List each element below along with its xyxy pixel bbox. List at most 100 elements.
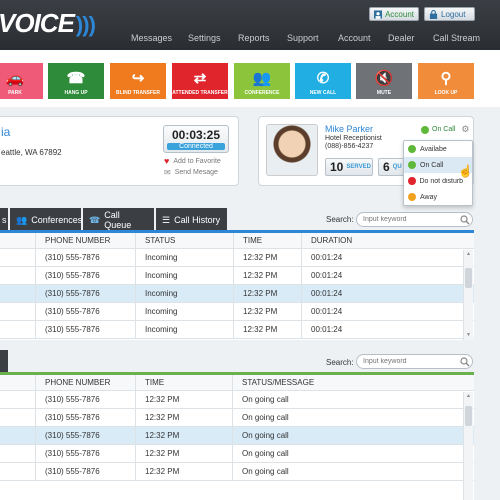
add-favorite-label: Add to Favorite xyxy=(173,157,221,165)
agent-name: Mike Parker xyxy=(325,124,374,134)
served-label: SERVED xyxy=(346,164,371,170)
scroll-down-icon[interactable]: ▼ xyxy=(465,332,472,339)
cell-phone: (310) 555-7876 xyxy=(36,427,136,444)
cell-phone: (310) 555-7876 xyxy=(36,409,136,426)
logout-button[interactable]: Logout xyxy=(424,7,475,21)
search-label: Search: xyxy=(326,215,354,224)
table-row[interactable]: (310) 555-7876 Incoming 12:32 PM 00:01:2… xyxy=(0,321,474,339)
scroll-up-icon[interactable]: ▲ xyxy=(465,251,472,258)
app-logo[interactable]: VOICE))) xyxy=(0,8,96,39)
active-calls-table: PHONE NUMBER TIME STATUS/MESSAGE (310) 5… xyxy=(0,372,474,500)
table-row[interactable]: (310) 555-7876 12:32 PM On going call xyxy=(0,463,474,481)
table1-scrollbar[interactable]: ▲ ▼ xyxy=(463,250,473,340)
tab-partial-label: s xyxy=(2,215,7,225)
agent-avatar xyxy=(266,124,318,176)
cell-duration: 00:01:24 xyxy=(311,271,343,280)
cell-duration: 00:01:24 xyxy=(311,307,343,316)
park-label: PARK xyxy=(8,90,22,96)
account-button[interactable]: Account xyxy=(369,7,419,21)
cell-phone: (310) 555-7876 xyxy=(36,249,136,266)
table-row-selected[interactable]: (310) 555-7876 12:32 PM On going call xyxy=(0,427,474,445)
on-call-icon xyxy=(408,161,416,169)
cell-time: 12:32 PM xyxy=(136,463,233,480)
status-option-label: Away xyxy=(420,193,437,201)
call-status-badge: Connected xyxy=(167,143,225,150)
table-row[interactable]: (310) 555-7876 Incoming 12:32 PM 00:01:2… xyxy=(0,267,474,285)
scroll-up-icon[interactable]: ▲ xyxy=(465,393,472,400)
status-option-away[interactable]: Away xyxy=(404,189,472,205)
new-call-label: NEW CALL xyxy=(309,90,337,96)
nav-dealer[interactable]: Dealer xyxy=(388,33,415,43)
table-row[interactable]: (310) 555-7876 Incoming 12:32 PM 00:01:2… xyxy=(0,303,474,321)
call-history-table: PHONE NUMBER STATUS TIME DURATION (310) … xyxy=(0,230,474,340)
tab-call-history[interactable]: ☰ Call History xyxy=(156,208,227,232)
table-row[interactable]: (310) 555-7876 12:32 PM On going call xyxy=(0,409,474,427)
send-message-link[interactable]: ✉ Send Mesage xyxy=(164,168,218,177)
call-history-icon: ☰ xyxy=(162,214,171,225)
table-header: PHONE NUMBER TIME STATUS/MESSAGE xyxy=(0,375,474,391)
tab-call-queue-label: Call Queue xyxy=(104,210,132,230)
agent-title: Hotel Receptionist xyxy=(325,135,382,142)
nav-messages[interactable]: Messages xyxy=(131,33,172,43)
cell-phone: (310) 555-7876 xyxy=(36,391,136,408)
col-status-message[interactable]: STATUS/MESSAGE xyxy=(233,375,464,390)
cell-time: 12:32 PM xyxy=(234,321,302,338)
agent-status-label: On Call xyxy=(432,126,456,133)
tab-partial-2[interactable] xyxy=(0,350,8,372)
add-favorite-link[interactable]: ♥ Add to Favorite xyxy=(164,156,221,166)
attended-transfer-button[interactable]: ⇄ ATTENDED TRANSFER xyxy=(172,63,228,99)
conference-label: CONFERENCE xyxy=(244,90,280,96)
scroll-thumb[interactable] xyxy=(465,268,472,288)
col-phone-number[interactable]: PHONE NUMBER xyxy=(36,375,136,390)
table-row[interactable]: (310) 555-7876 12:32 PM On going call xyxy=(0,391,474,409)
hang-up-icon: ☎ xyxy=(66,70,86,87)
send-message-label: Send Mesage xyxy=(174,169,218,176)
nav-account[interactable]: Account xyxy=(338,33,371,43)
agent-status-toggle[interactable]: On Call ⚙ xyxy=(421,124,469,135)
new-call-button[interactable]: ✆ NEW CALL xyxy=(295,63,351,99)
caller-location: eattle, WA 67892 xyxy=(1,148,62,157)
tab-partial[interactable]: s xyxy=(0,208,8,232)
table2-scrollbar[interactable]: ▲ xyxy=(463,392,473,500)
nav-support[interactable]: Support xyxy=(287,33,319,43)
table-row[interactable]: (310) 555-7876 Incoming 12:32 PM 00:01:2… xyxy=(0,249,474,267)
col-phone-number[interactable]: PHONE NUMBER xyxy=(36,233,136,248)
conference-button[interactable]: 👥 CONFERENCE xyxy=(234,63,290,99)
status-option-available[interactable]: Availabe xyxy=(404,141,472,157)
search-label-2: Search: xyxy=(326,358,354,367)
cell-phone: (310) 555-7876 xyxy=(36,303,136,320)
table-row[interactable]: (310) 555-7876 12:32 PM On going call xyxy=(0,445,474,463)
search-input[interactable] xyxy=(356,212,473,227)
search-input-2[interactable] xyxy=(356,354,473,369)
mute-button[interactable]: 🔇 MUTE xyxy=(356,63,412,99)
tab-call-queue[interactable]: ☎ Call Queue xyxy=(83,208,154,232)
gear-icon[interactable]: ⚙ xyxy=(461,124,469,135)
nav-call-stream[interactable]: Call Stream xyxy=(433,33,480,43)
car-icon: 🚗 xyxy=(5,70,25,87)
search-icon[interactable] xyxy=(460,357,470,367)
served-count: 10 xyxy=(330,160,344,174)
queue-count: 6 xyxy=(383,160,390,174)
hang-up-button[interactable]: ☎ HANG UP xyxy=(48,63,104,99)
search-icon[interactable] xyxy=(460,215,470,225)
nav-settings[interactable]: Settings xyxy=(188,33,221,43)
col-duration[interactable]: DURATION xyxy=(302,233,464,248)
lock-icon xyxy=(429,9,438,19)
col-time[interactable]: TIME xyxy=(136,375,233,390)
nav-reports[interactable]: Reports xyxy=(238,33,270,43)
col-time[interactable]: TIME xyxy=(234,233,302,248)
agent-phone: (088)-856-4237 xyxy=(325,143,374,150)
park-button[interactable]: 🚗 PARK xyxy=(0,63,43,99)
mute-icon: 🔇 xyxy=(374,70,394,87)
scroll-thumb[interactable] xyxy=(465,406,472,426)
table-row-selected[interactable]: (310) 555-7876 Incoming 12:32 PM 00:01:2… xyxy=(0,285,474,303)
do-not-disturb-icon xyxy=(408,177,416,185)
blind-transfer-button[interactable]: ↪ BLIND TRANSFER xyxy=(110,63,166,99)
tab-conferences[interactable]: 👥 Conferences xyxy=(10,208,82,232)
lookup-button[interactable]: ⚲ LOOK UP xyxy=(418,63,474,99)
call-queue-icon: ☎ xyxy=(89,214,101,225)
col-status[interactable]: STATUS xyxy=(136,233,234,248)
cell-phone: (310) 555-7876 xyxy=(36,285,136,302)
available-icon xyxy=(408,145,416,153)
conference-icon: 👥 xyxy=(252,70,272,87)
